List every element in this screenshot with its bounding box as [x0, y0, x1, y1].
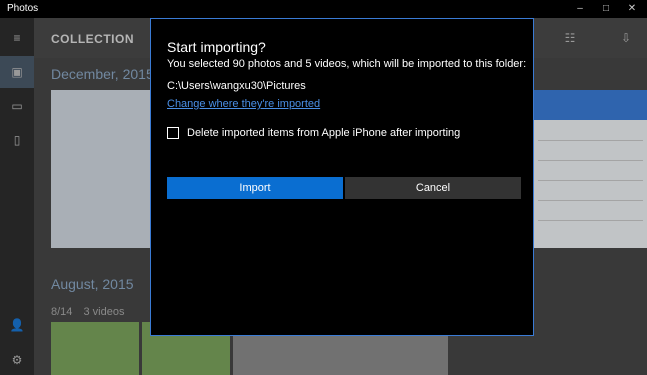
- delete-after-import-label[interactable]: Delete imported items from Apple iPhone …: [187, 127, 460, 139]
- dialog-title: Start importing?: [167, 39, 266, 55]
- import-button[interactable]: Import: [167, 177, 343, 199]
- import-folder-path: C:\Users\wangxu30\Pictures: [167, 80, 306, 92]
- close-button[interactable]: ✕: [619, 0, 645, 18]
- import-dialog: Start importing? You selected 90 photos …: [150, 18, 534, 336]
- title-bar: Photos – □ ✕: [0, 0, 647, 18]
- app-title: Photos: [7, 3, 39, 14]
- delete-after-import-checkbox[interactable]: [167, 127, 179, 139]
- change-location-link[interactable]: Change where they're imported: [167, 98, 320, 110]
- minimize-button[interactable]: –: [567, 0, 593, 18]
- maximize-button[interactable]: □: [593, 0, 619, 18]
- cancel-button[interactable]: Cancel: [345, 177, 521, 199]
- dialog-subtitle: You selected 90 photos and 5 videos, whi…: [167, 58, 527, 70]
